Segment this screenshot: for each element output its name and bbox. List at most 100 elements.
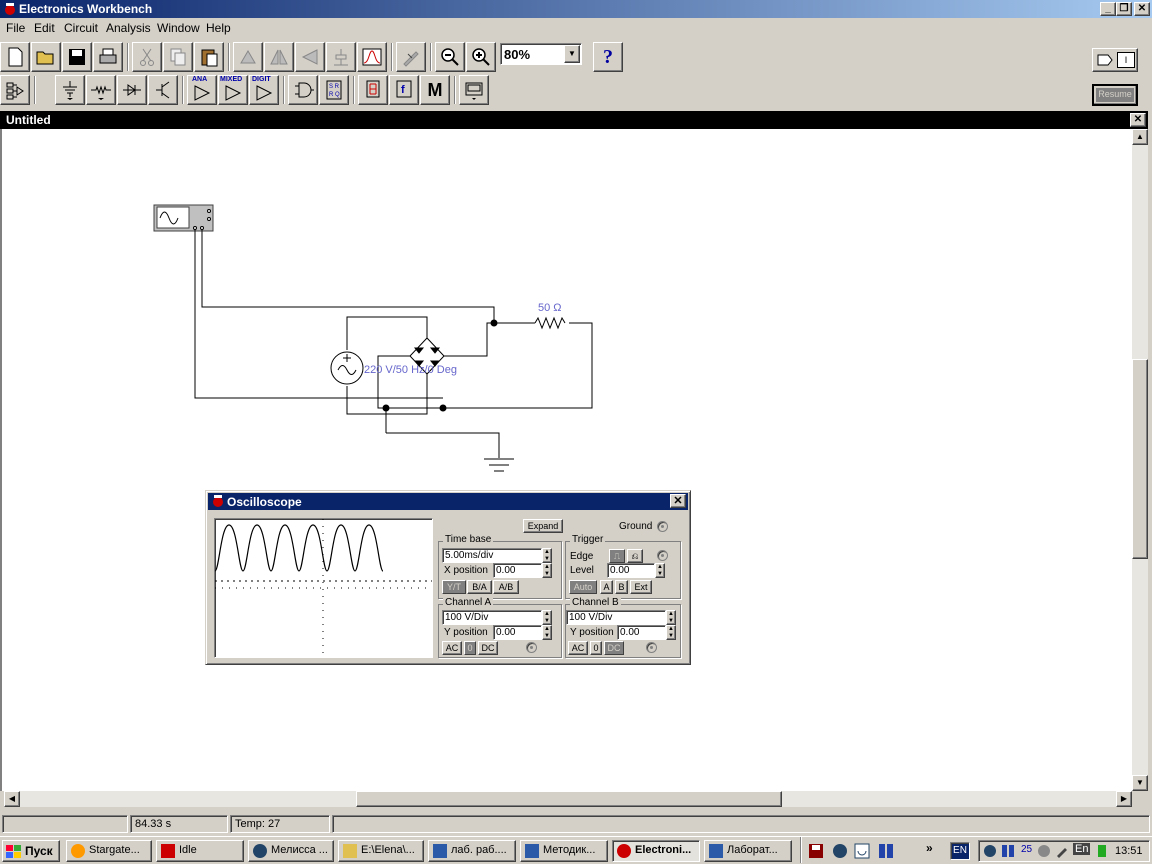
tool-icon[interactable] — [1055, 844, 1069, 858]
task-word-method[interactable]: Методик... — [520, 840, 608, 862]
oscilloscope-close-button[interactable]: ✕ — [670, 494, 686, 508]
scroll-up-button[interactable]: ▲ — [1132, 129, 1148, 145]
save-icon[interactable] — [808, 843, 824, 859]
task-electronics-workbench[interactable]: Electroni... — [612, 840, 700, 862]
analysis-button[interactable] — [396, 42, 426, 72]
channel-b-scale[interactable]: 100 V/Div — [566, 610, 666, 625]
resistor-50ohm[interactable] — [534, 316, 566, 330]
vertical-scroll-thumb[interactable] — [1132, 359, 1148, 559]
chevron-right-icon[interactable]: » — [926, 841, 933, 855]
horizontal-scrollbar[interactable]: ◀ ▶ — [4, 791, 1132, 807]
browser-icon[interactable] — [983, 844, 997, 858]
sources-bin-button[interactable] — [55, 75, 85, 105]
basic-bin-button[interactable] — [86, 75, 116, 105]
task-melissa[interactable]: Мелисса ... — [248, 840, 334, 862]
indicators-bin-button[interactable] — [358, 75, 388, 105]
book-icon[interactable] — [1001, 844, 1015, 858]
restore-button[interactable]: ❐ — [1116, 2, 1132, 16]
circuit-canvas[interactable]: 50 Ω 220 V/50 Hz/0 Deg — [0, 129, 1132, 791]
logic-gates-bin-button[interactable] — [288, 75, 318, 105]
rotate-button[interactable] — [233, 42, 263, 72]
ground-terminal[interactable] — [657, 521, 668, 532]
task-idle[interactable]: Idle — [156, 840, 244, 862]
analog-ics-bin-button[interactable]: ANA — [187, 75, 217, 105]
trigger-level-field[interactable]: 0.00 — [607, 563, 655, 578]
oscilloscope-titlebar[interactable]: Oscilloscope ✕ — [208, 493, 688, 510]
timebase-value[interactable]: 5.00ms/div — [442, 548, 542, 563]
task-word-lab[interactable]: лаб. раб.... — [428, 840, 516, 862]
xposition-spinner[interactable]: ▲ ▼ — [542, 563, 552, 578]
zoom-out-button[interactable] — [435, 42, 465, 72]
digital-ics-bin-button[interactable]: DIGIT — [249, 75, 279, 105]
menu-analysis[interactable]: Analysis — [106, 21, 151, 35]
browser-icon[interactable] — [832, 843, 848, 859]
menu-edit[interactable]: Edit — [34, 21, 55, 35]
app-titlebar[interactable]: Electronics Workbench _ ❐ ✕ — [0, 0, 1152, 18]
close-button[interactable]: ✕ — [1134, 2, 1150, 16]
book-icon[interactable] — [878, 843, 894, 859]
tray-number[interactable]: 25 — [1021, 844, 1032, 855]
scroll-right-button[interactable]: ▶ — [1116, 791, 1132, 807]
trigger-ext-button[interactable]: Ext — [630, 580, 652, 594]
menu-window[interactable]: Window — [157, 21, 200, 35]
channel-a-terminal[interactable] — [526, 642, 537, 653]
diodes-bin-button[interactable] — [117, 75, 147, 105]
task-folder[interactable]: E:\Elena\... — [338, 840, 424, 862]
external-trigger-terminal[interactable] — [657, 550, 668, 561]
task-word-lab2[interactable]: Лаборат... — [704, 840, 792, 862]
task-stargate[interactable]: Stargate... — [66, 840, 152, 862]
trigger-level-spinner[interactable]: ▲ ▼ — [655, 563, 665, 578]
channel-b-terminal[interactable] — [646, 642, 657, 653]
channel-a-dc-button[interactable]: DC — [478, 641, 498, 655]
channel-b-scale-spinner[interactable]: ▲ ▼ — [666, 610, 676, 625]
miscellaneous-bin-button[interactable]: M — [420, 75, 450, 105]
flip-horizontal-button[interactable] — [264, 42, 294, 72]
scroll-left-button[interactable]: ◀ — [4, 791, 20, 807]
mixed-ics-bin-button[interactable]: MIXED — [218, 75, 248, 105]
print-button[interactable] — [93, 42, 123, 72]
flip-vertical-button[interactable] — [295, 42, 325, 72]
minimize-button[interactable]: _ — [1100, 2, 1116, 16]
trigger-b-button[interactable]: B — [615, 580, 628, 594]
channel-b-zero-button[interactable]: 0 — [590, 641, 602, 655]
channel-a-scale[interactable]: 100 V/Div — [442, 610, 542, 625]
xposition-field[interactable]: 0.00 — [493, 563, 542, 578]
vertical-scrollbar[interactable]: ▲ ▼ — [1132, 129, 1148, 791]
tray-language[interactable]: En — [1073, 843, 1091, 855]
zoom-in-button[interactable] — [466, 42, 496, 72]
media-icon[interactable] — [1037, 844, 1051, 858]
controls-bin-button[interactable]: f — [389, 75, 419, 105]
save-button[interactable] — [62, 42, 92, 72]
battery-icon[interactable] — [1095, 844, 1109, 858]
create-subcircuit-button[interactable] — [357, 42, 387, 72]
trigger-a-button[interactable]: A — [600, 580, 613, 594]
resume-button[interactable]: Resume — [1092, 84, 1138, 106]
ab-mode-button[interactable]: A/B — [493, 580, 519, 594]
menu-circuit[interactable]: Circuit — [64, 21, 98, 35]
menu-help[interactable]: Help — [206, 21, 231, 35]
horizontal-scroll-thumb[interactable] — [356, 791, 782, 807]
scroll-down-button[interactable]: ▼ — [1132, 775, 1148, 791]
timebase-spinner[interactable]: ▲ ▼ — [542, 548, 552, 563]
refresh-icon[interactable] — [854, 843, 870, 859]
language-indicator[interactable]: EN — [950, 842, 970, 860]
ba-mode-button[interactable]: B/A — [467, 580, 492, 594]
document-titlebar[interactable]: Untitled ✕ — [0, 111, 1148, 129]
chevron-down-icon[interactable]: ▼ — [564, 45, 580, 63]
start-button[interactable]: Пуск — [2, 840, 60, 862]
ground-symbol[interactable] — [484, 458, 514, 472]
menu-file[interactable]: File — [6, 21, 25, 35]
zoom-select[interactable]: 80% ▼ — [500, 43, 582, 65]
channel-b-ypos-field[interactable]: 0.00 — [617, 625, 666, 640]
component-properties-button[interactable] — [326, 42, 356, 72]
transistors-bin-button[interactable] — [148, 75, 178, 105]
digital-bin-button[interactable]: S R R Q — [319, 75, 349, 105]
expand-button[interactable]: Expand — [523, 519, 563, 533]
channel-b-ac-button[interactable]: AC — [568, 641, 588, 655]
channel-b-ypos-spinner[interactable]: ▲ ▼ — [666, 625, 676, 640]
copy-button[interactable] — [163, 42, 193, 72]
new-button[interactable] — [0, 42, 30, 72]
help-button[interactable]: ? — [593, 42, 623, 72]
trigger-auto-button[interactable]: Auto — [569, 580, 597, 594]
oscilloscope-window[interactable]: Oscilloscope ✕ Expand Ground Time base 5… — [205, 490, 691, 665]
